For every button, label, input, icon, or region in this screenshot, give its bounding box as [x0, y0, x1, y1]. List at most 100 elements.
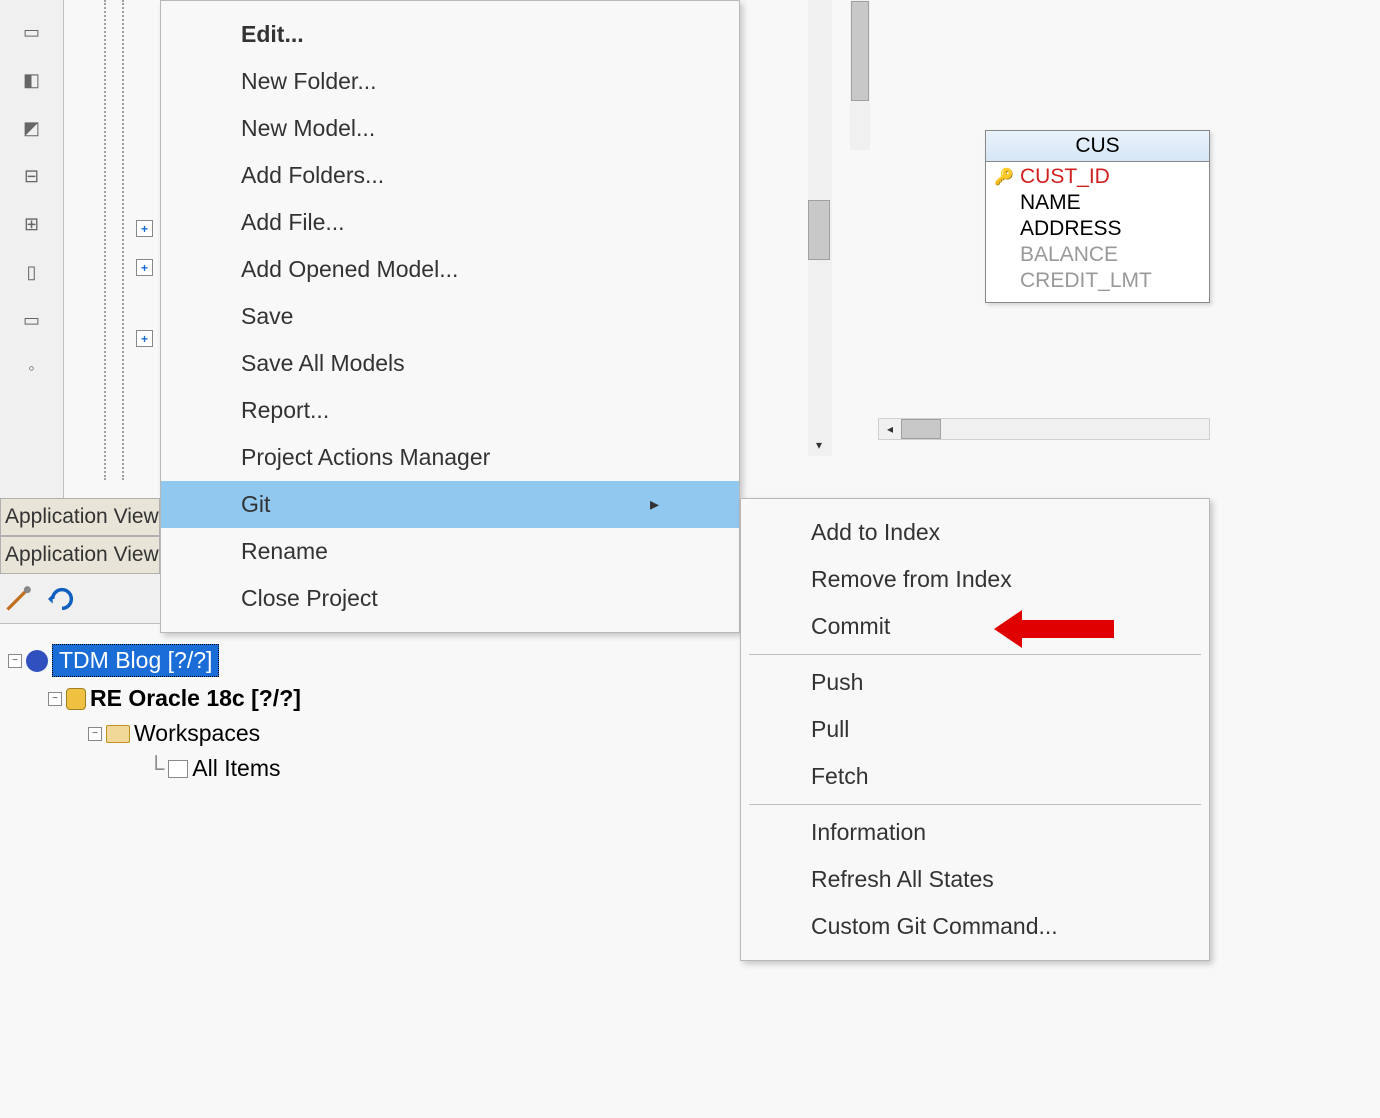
tree-item-workspaces[interactable]: − Workspaces — [8, 716, 740, 751]
items-icon — [168, 760, 188, 778]
submenu-item-label: Refresh All States — [811, 866, 994, 892]
expand-box-icon[interactable]: + — [136, 259, 153, 276]
toolbar-icon-7[interactable]: ▭ — [16, 304, 48, 336]
toolbar-icon-2[interactable]: ◧ — [16, 64, 48, 96]
expand-box-icon[interactable]: + — [136, 220, 153, 237]
submenu-item-label: Add to Index — [811, 519, 940, 545]
entity-field-label: ADDRESS — [1020, 217, 1122, 241]
submenu-separator — [749, 804, 1201, 805]
tree-item-tdm-blog[interactable]: − TDM Blog [?/?] — [8, 640, 740, 681]
toolbar-settings-icon[interactable] — [4, 585, 32, 613]
toolbar-icon-8[interactable]: ◦ — [16, 352, 48, 384]
submenu-refresh-all-states[interactable]: Refresh All States — [741, 856, 1209, 903]
submenu-item-label: Push — [811, 669, 863, 695]
tree-item-re-oracle[interactable]: − RE Oracle 18c [?/?] — [8, 681, 740, 716]
project-tree: − TDM Blog [?/?] − RE Oracle 18c [?/?] −… — [0, 640, 740, 786]
vertical-scrollbar-left[interactable]: ▾ — [808, 0, 832, 456]
submenu-commit[interactable]: Commit — [741, 603, 1209, 650]
submenu-fetch[interactable]: Fetch — [741, 753, 1209, 800]
folder-icon — [106, 725, 130, 743]
primary-key-icon: 🔑 — [994, 167, 1014, 187]
submenu-item-label: Remove from Index — [811, 566, 1012, 592]
submenu-item-label: Commit — [811, 613, 890, 639]
entity-field-address[interactable]: ADDRESS — [994, 216, 1201, 242]
submenu-item-label: Fetch — [811, 763, 869, 789]
application-view-panel: Application View Application View — [0, 498, 160, 624]
toolbar-icon-1[interactable]: ▭ — [16, 16, 48, 48]
toolbar-icon-4[interactable]: ⊟ — [16, 160, 48, 192]
tree-item-all-items[interactable]: └ All Items — [8, 751, 740, 786]
submenu-add-to-index[interactable]: Add to Index — [741, 509, 1209, 556]
entity-field-cust-id[interactable]: 🔑 CUST_ID — [994, 164, 1201, 190]
entity-fields-list: 🔑 CUST_ID NAME ADDRESS BALANCE CREDIT_LM… — [986, 162, 1209, 302]
context-menu: Edit... New Folder... New Model... Add F… — [160, 0, 740, 633]
tree-item-label: Workspaces — [134, 720, 260, 747]
toolbar-icon-3[interactable]: ◩ — [16, 112, 48, 144]
submenu-custom-git-command[interactable]: Custom Git Command... — [741, 903, 1209, 950]
tree-item-label: TDM Blog [?/?] — [52, 644, 219, 677]
vertical-scrollbar-divider[interactable] — [850, 0, 870, 150]
menu-item-save[interactable]: Save — [161, 293, 739, 340]
menu-item-git[interactable]: Git ▸ — [161, 481, 739, 528]
scroll-thumb[interactable] — [808, 200, 830, 260]
menu-item-new-model[interactable]: New Model... — [161, 105, 739, 152]
entity-field-label: CREDIT_LMT — [1020, 269, 1152, 293]
entity-field-label: BALANCE — [1020, 243, 1118, 267]
entity-field-label: NAME — [1020, 191, 1081, 215]
menu-item-save-all-models[interactable]: Save All Models — [161, 340, 739, 387]
toolbar-icon-6[interactable]: ▯ — [16, 256, 48, 288]
tree-connector-line — [122, 0, 124, 480]
entity-field-name[interactable]: NAME — [994, 190, 1201, 216]
menu-item-label: New Model... — [241, 115, 375, 142]
submenu-item-label: Information — [811, 819, 926, 845]
entity-field-credit-lmt[interactable]: CREDIT_LMT — [994, 268, 1201, 294]
menu-item-project-actions-manager[interactable]: Project Actions Manager — [161, 434, 739, 481]
submenu-item-label: Pull — [811, 716, 849, 742]
menu-item-rename[interactable]: Rename — [161, 528, 739, 575]
submenu-pull[interactable]: Pull — [741, 706, 1209, 753]
scroll-thumb[interactable] — [851, 1, 869, 101]
scroll-thumb[interactable] — [901, 419, 941, 439]
menu-item-report[interactable]: Report... — [161, 387, 739, 434]
submenu-remove-from-index[interactable]: Remove from Index — [741, 556, 1209, 603]
collapse-box-icon[interactable]: − — [48, 692, 62, 706]
entity-table-customers[interactable]: CUS 🔑 CUST_ID NAME ADDRESS BALANCE CREDI… — [985, 130, 1210, 303]
menu-item-label: Project Actions Manager — [241, 444, 490, 471]
application-view-tab-1[interactable]: Application View — [0, 498, 160, 536]
database-icon — [66, 688, 86, 710]
entity-field-balance[interactable]: BALANCE — [994, 242, 1201, 268]
menu-item-label: Add Opened Model... — [241, 256, 458, 283]
menu-item-add-folders[interactable]: Add Folders... — [161, 152, 739, 199]
application-view-tab-2[interactable]: Application View — [0, 536, 160, 574]
toolbar-icon-5[interactable]: ⊞ — [16, 208, 48, 240]
tree-connector: └ — [148, 755, 164, 782]
menu-item-add-file[interactable]: Add File... — [161, 199, 739, 246]
tree-connector-line-2 — [104, 0, 106, 480]
collapse-box-icon[interactable]: − — [8, 654, 22, 668]
menu-item-add-opened-model[interactable]: Add Opened Model... — [161, 246, 739, 293]
tree-expand-controls: + + + — [136, 220, 153, 347]
application-view-toolbar — [0, 574, 160, 624]
menu-item-label: Save — [241, 303, 293, 330]
menu-item-label: Rename — [241, 538, 328, 565]
entity-field-label: CUST_ID — [1020, 165, 1110, 189]
tree-item-label: All Items — [192, 755, 280, 782]
scroll-down-arrow-icon[interactable]: ▾ — [808, 434, 830, 456]
menu-item-label: Add Folders... — [241, 162, 384, 189]
left-icon-toolbar: ▭ ◧ ◩ ⊟ ⊞ ▯ ▭ ◦ — [0, 0, 64, 500]
submenu-information[interactable]: Information — [741, 809, 1209, 856]
menu-item-close-project[interactable]: Close Project — [161, 575, 739, 622]
menu-item-edit[interactable]: Edit... — [161, 11, 739, 58]
menu-item-new-folder[interactable]: New Folder... — [161, 58, 739, 105]
git-submenu: Add to Index Remove from Index Commit Pu… — [740, 498, 1210, 961]
tree-item-label: RE Oracle 18c [?/?] — [90, 685, 301, 712]
scroll-left-arrow-icon[interactable]: ◂ — [879, 418, 901, 440]
menu-item-label: New Folder... — [241, 68, 377, 95]
submenu-item-label: Custom Git Command... — [811, 913, 1058, 939]
toolbar-refresh-icon[interactable] — [48, 585, 76, 613]
menu-item-label: Git — [241, 491, 270, 518]
submenu-push[interactable]: Push — [741, 659, 1209, 706]
horizontal-scrollbar[interactable]: ◂ — [878, 418, 1210, 440]
collapse-box-icon[interactable]: − — [88, 727, 102, 741]
expand-box-icon[interactable]: + — [136, 330, 153, 347]
